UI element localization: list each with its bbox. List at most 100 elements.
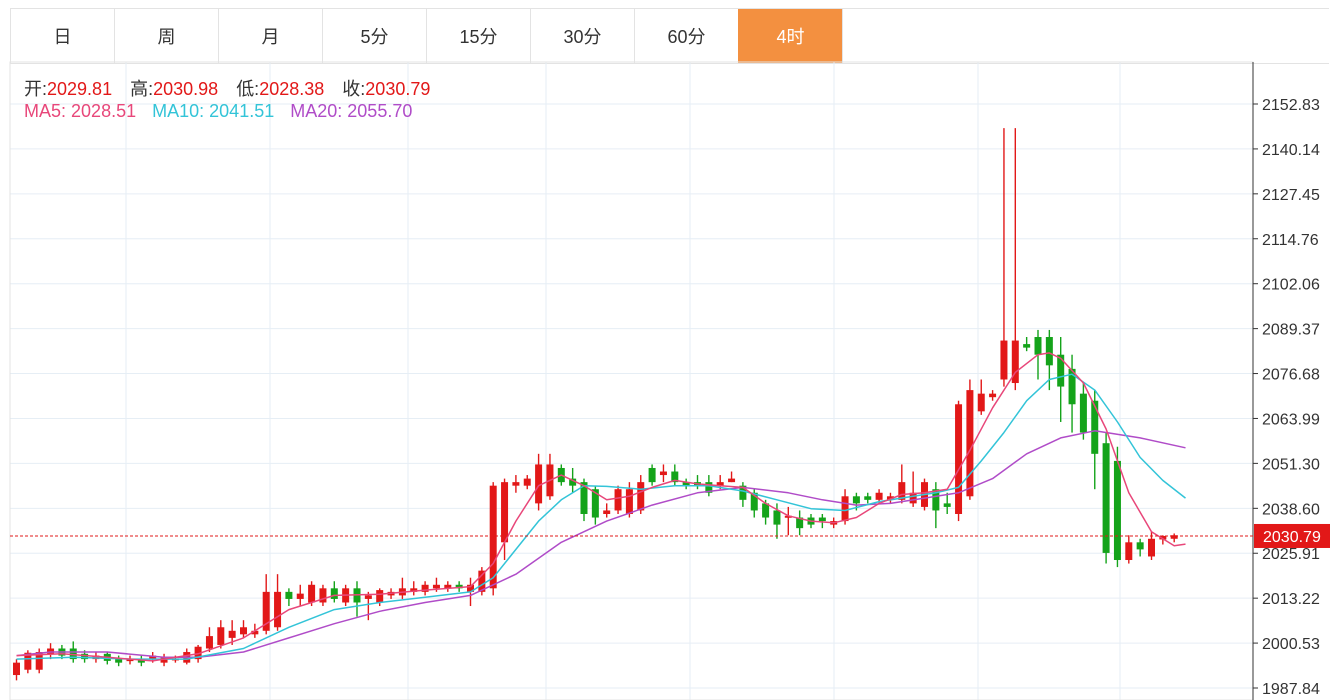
candle-body (285, 591, 293, 599)
candle-58 (671, 464, 679, 486)
candle-94 (1079, 383, 1087, 440)
candle-body (1057, 354, 1065, 387)
candle-body (1136, 542, 1144, 550)
candle-body (728, 478, 736, 483)
candle-body (841, 496, 849, 522)
candle-82 (943, 492, 951, 514)
candle-body (852, 496, 860, 504)
candle-0 (13, 659, 20, 681)
candle-75 (864, 492, 872, 504)
candle-body (943, 503, 951, 507)
candle-body (1034, 337, 1042, 355)
ma5-value: 2028.51 (71, 101, 137, 121)
y-tick-label-1: 2140.14 (1262, 142, 1320, 159)
ma10-value: 2041.51 (209, 101, 275, 121)
ma10-line (16, 373, 1186, 660)
candle-97 (1113, 446, 1121, 568)
close-label: 收: (342, 79, 366, 99)
low-label: 低: (236, 79, 260, 99)
candle-body (1091, 400, 1099, 454)
candle-23 (274, 574, 282, 631)
candle-52 (603, 503, 611, 518)
candle-35 (410, 581, 418, 596)
candle-92 (1057, 337, 1065, 422)
candle-body (614, 489, 622, 511)
candle-31 (364, 591, 372, 621)
y-tick-label-6: 2076.68 (1262, 367, 1320, 384)
candle-body (217, 627, 225, 645)
candle-body (603, 510, 611, 514)
candle-body (637, 482, 645, 511)
candle-36 (421, 581, 429, 596)
candle-45 (523, 475, 531, 490)
candle-44 (512, 475, 520, 493)
candle-body (875, 492, 883, 500)
candle-body (432, 584, 440, 589)
y-tick-label-8: 2051.30 (1262, 456, 1320, 473)
candle-56 (648, 464, 656, 486)
candle-99 (1136, 538, 1144, 557)
candle-60 (694, 475, 701, 490)
candle-body (1148, 538, 1155, 557)
candle-body (625, 489, 633, 514)
candle-body (523, 478, 531, 486)
candle-59 (682, 478, 690, 490)
candle-24 (285, 588, 293, 607)
candle-body (818, 517, 826, 522)
candle-79 (909, 471, 917, 507)
y-tick-label-11: 2013.22 (1262, 591, 1320, 608)
candle-body (1079, 393, 1087, 433)
candle-9 (115, 655, 123, 667)
moving-average-lines (16, 352, 1186, 662)
candle-25 (296, 584, 304, 607)
candle-body (966, 390, 974, 497)
candle-96 (1102, 432, 1110, 564)
candle-98 (1125, 535, 1133, 564)
candle-body (47, 648, 55, 654)
candle-body (977, 393, 985, 412)
candle-34 (398, 577, 406, 599)
y-tick-label-7: 2063.99 (1262, 411, 1320, 428)
candle-body (1113, 460, 1121, 561)
candle-body (308, 584, 316, 603)
candle-38 (444, 581, 452, 592)
candle-body (240, 627, 247, 635)
candle-body (1125, 542, 1133, 561)
candle-87 (1000, 128, 1008, 387)
y-tick-label-3: 2114.76 (1262, 232, 1319, 249)
candle-body (955, 404, 963, 514)
candle-body (1045, 337, 1053, 366)
low-value: 2028.38 (259, 79, 325, 99)
y-tick-label-5: 2089.37 (1262, 322, 1320, 339)
candle-89 (1023, 337, 1031, 352)
candle-body (501, 482, 509, 543)
ma5-line (16, 352, 1186, 662)
open-value: 2029.81 (47, 79, 113, 99)
ma20-line (16, 430, 1186, 659)
candle-body (115, 659, 123, 663)
y-tick-label-4: 2102.06 (1262, 277, 1320, 294)
ma-readout: MA5: 2028.51 MA10: 2041.51 MA20: 2055.70 (24, 101, 412, 122)
candle-body (659, 471, 667, 476)
y-tick-label-13: 1987.84 (1262, 681, 1320, 698)
candle-63 (728, 471, 736, 483)
candle-body (989, 393, 997, 398)
ma20-label: MA20: (290, 101, 343, 121)
y-tick-label-10: 2025.91 (1262, 546, 1320, 563)
candle-body (1000, 340, 1008, 380)
candle-85 (977, 379, 985, 415)
high-value: 2030.98 (153, 79, 219, 99)
candle-body (296, 593, 304, 599)
candle-body (205, 636, 213, 649)
open-label: 开: (24, 79, 48, 99)
chart-grid (9, 61, 1254, 700)
candle-88 (1011, 128, 1019, 391)
candle-3 (47, 643, 55, 660)
ma10-label: MA10: (152, 101, 205, 121)
candle-body (773, 510, 781, 525)
ma5-label: MA5: (24, 101, 67, 121)
y-tick-label-0: 2152.83 (1262, 97, 1320, 114)
candle-30 (353, 581, 361, 617)
candle-93 (1068, 354, 1076, 433)
candle-body (512, 482, 520, 486)
